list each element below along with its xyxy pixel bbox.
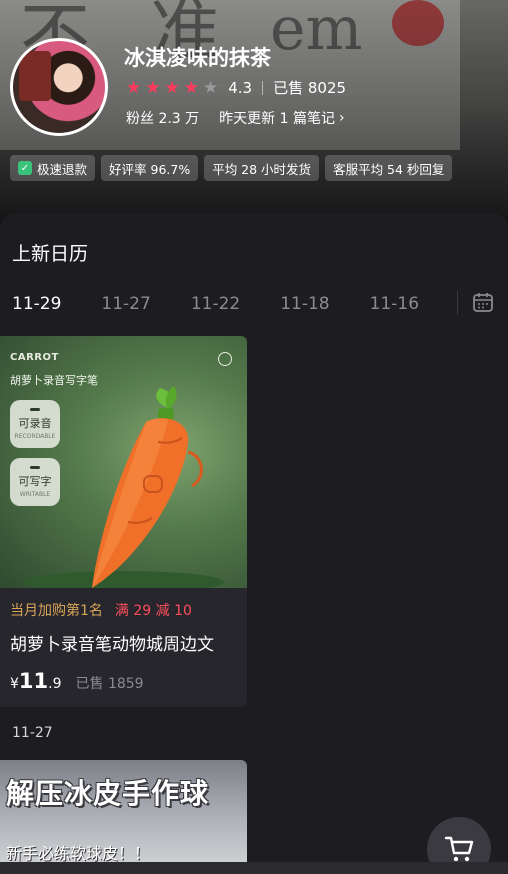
divider xyxy=(457,291,458,315)
notes-update-label: 昨天更新 1 篇笔记 xyxy=(219,111,335,127)
star-filled-icon: ★ xyxy=(164,77,180,98)
brand-mark-icon xyxy=(218,352,232,366)
new-arrivals-panel: 上新日历 11-29 11-27 11-22 11-18 11-16 11-15… xyxy=(0,213,508,874)
product-sold-count: 已售 1859 xyxy=(75,676,144,692)
bottom-bar xyxy=(0,862,508,874)
product-info: 当月加购第1名 满 29 减 10 胡萝卜录音笔动物城周边文 ¥ 11 .9 已… xyxy=(10,600,240,693)
shop-sold-count: 已售 8025 xyxy=(273,79,347,97)
service-tags: ✓ 极速退款 好评率 96.7% 平均 28 小时发货 客服平均 54 秒回复 xyxy=(10,155,453,181)
tag-shipping-time[interactable]: 平均 28 小时发货 xyxy=(204,155,320,181)
shopping-cart-icon xyxy=(444,836,474,862)
date-tab-active[interactable]: 11-29 xyxy=(12,294,61,314)
promo-rank-label: 当月加购第1名 xyxy=(10,603,103,619)
tag-label: 平均 28 小时发货 xyxy=(212,161,312,177)
star-filled-icon: ★ xyxy=(145,77,161,98)
tag-label: 极速退款 xyxy=(37,161,88,177)
price-row: ¥ 11 .9 已售 1859 xyxy=(10,669,240,693)
star-filled-icon: ★ xyxy=(126,77,142,98)
product-image-subtitle: 胡萝卜录音写字笔 xyxy=(10,374,98,387)
product-title: 胡萝卜录音笔动物城周边文 xyxy=(10,635,214,655)
product-card[interactable]: CARROT 胡萝卜录音写字笔 可录音 RECORDABLE 可写字 WRITA… xyxy=(0,336,247,707)
calendar-icon[interactable] xyxy=(472,291,494,313)
price-symbol: ¥ xyxy=(10,676,19,692)
divider xyxy=(262,80,264,95)
fans-count: 粉丝 2.3 万 xyxy=(126,111,200,127)
chevron-right-icon: › xyxy=(338,110,345,126)
date-tabs-scroll[interactable]: 11-29 11-27 11-22 11-18 11-16 11-15 xyxy=(12,279,452,329)
shield-check-icon: ✓ xyxy=(18,161,32,175)
tag-label: 客服平均 54 秒回复 xyxy=(333,161,445,177)
shop-meta-row: 粉丝 2.3 万 昨天更新 1 篇笔记 › xyxy=(126,108,345,128)
date-tab[interactable]: 11-22 xyxy=(191,294,240,314)
tag-label: 好评率 96.7% xyxy=(109,161,191,177)
feature-pill-label: 可录音 xyxy=(18,417,52,430)
product-card[interactable]: 解压冰皮手作球 新手必练软球皮！！ xyxy=(0,760,247,874)
avatar-detail xyxy=(19,51,51,101)
tag-good-rate[interactable]: 好评率 96.7% xyxy=(101,155,199,181)
shop-avatar[interactable] xyxy=(10,38,108,136)
promo-discount-label: 满 29 减 10 xyxy=(114,603,192,619)
shop-rating-value: 4.3 xyxy=(228,78,253,97)
notes-update-link[interactable]: 昨天更新 1 篇笔记 › xyxy=(219,108,344,128)
tag-fast-refund[interactable]: ✓ 极速退款 xyxy=(10,155,96,181)
feature-pill-record: 可录音 RECORDABLE xyxy=(10,400,60,448)
date-tabs: 11-29 11-27 11-22 11-18 11-16 11-15 xyxy=(0,279,508,329)
date-tab[interactable]: 11-18 xyxy=(280,294,329,314)
date-tab[interactable]: 11-16 xyxy=(370,294,419,314)
product-image-title: 解压冰皮手作球 xyxy=(6,777,210,810)
feature-pill-label: 可写字 xyxy=(18,475,52,488)
carrot-pen-illustration xyxy=(92,386,203,588)
group-date-label: 11-27 xyxy=(12,725,53,741)
feature-pill-sublabel: WRITABLE xyxy=(19,491,51,498)
price-integer: 11 xyxy=(18,669,49,693)
product-brand-label: CARROT xyxy=(10,352,59,363)
tag-service-reply[interactable]: 客服平均 54 秒回复 xyxy=(325,155,453,181)
shop-rating-row: ★ ★ ★ ★ ★ 4.3 已售 8025 xyxy=(126,77,346,98)
price-decimal: .9 xyxy=(48,676,62,692)
product-image: CARROT 胡萝卜录音写字笔 可录音 RECORDABLE 可写字 WRITA… xyxy=(0,336,247,588)
feature-pill-write: 可写字 WRITABLE xyxy=(10,458,60,506)
product-image-subtitle: 新手必练软球皮！！ xyxy=(6,844,151,863)
star-empty-icon: ★ xyxy=(203,77,219,98)
date-tab[interactable]: 11-27 xyxy=(101,294,150,314)
shop-name[interactable]: 冰淇凌味的抹茶 xyxy=(124,42,271,72)
section-title: 上新日历 xyxy=(12,243,89,265)
promo-row: 当月加购第1名 满 29 减 10 xyxy=(10,600,240,620)
star-filled-icon: ★ xyxy=(183,77,199,98)
feature-pill-sublabel: RECORDABLE xyxy=(14,433,56,440)
